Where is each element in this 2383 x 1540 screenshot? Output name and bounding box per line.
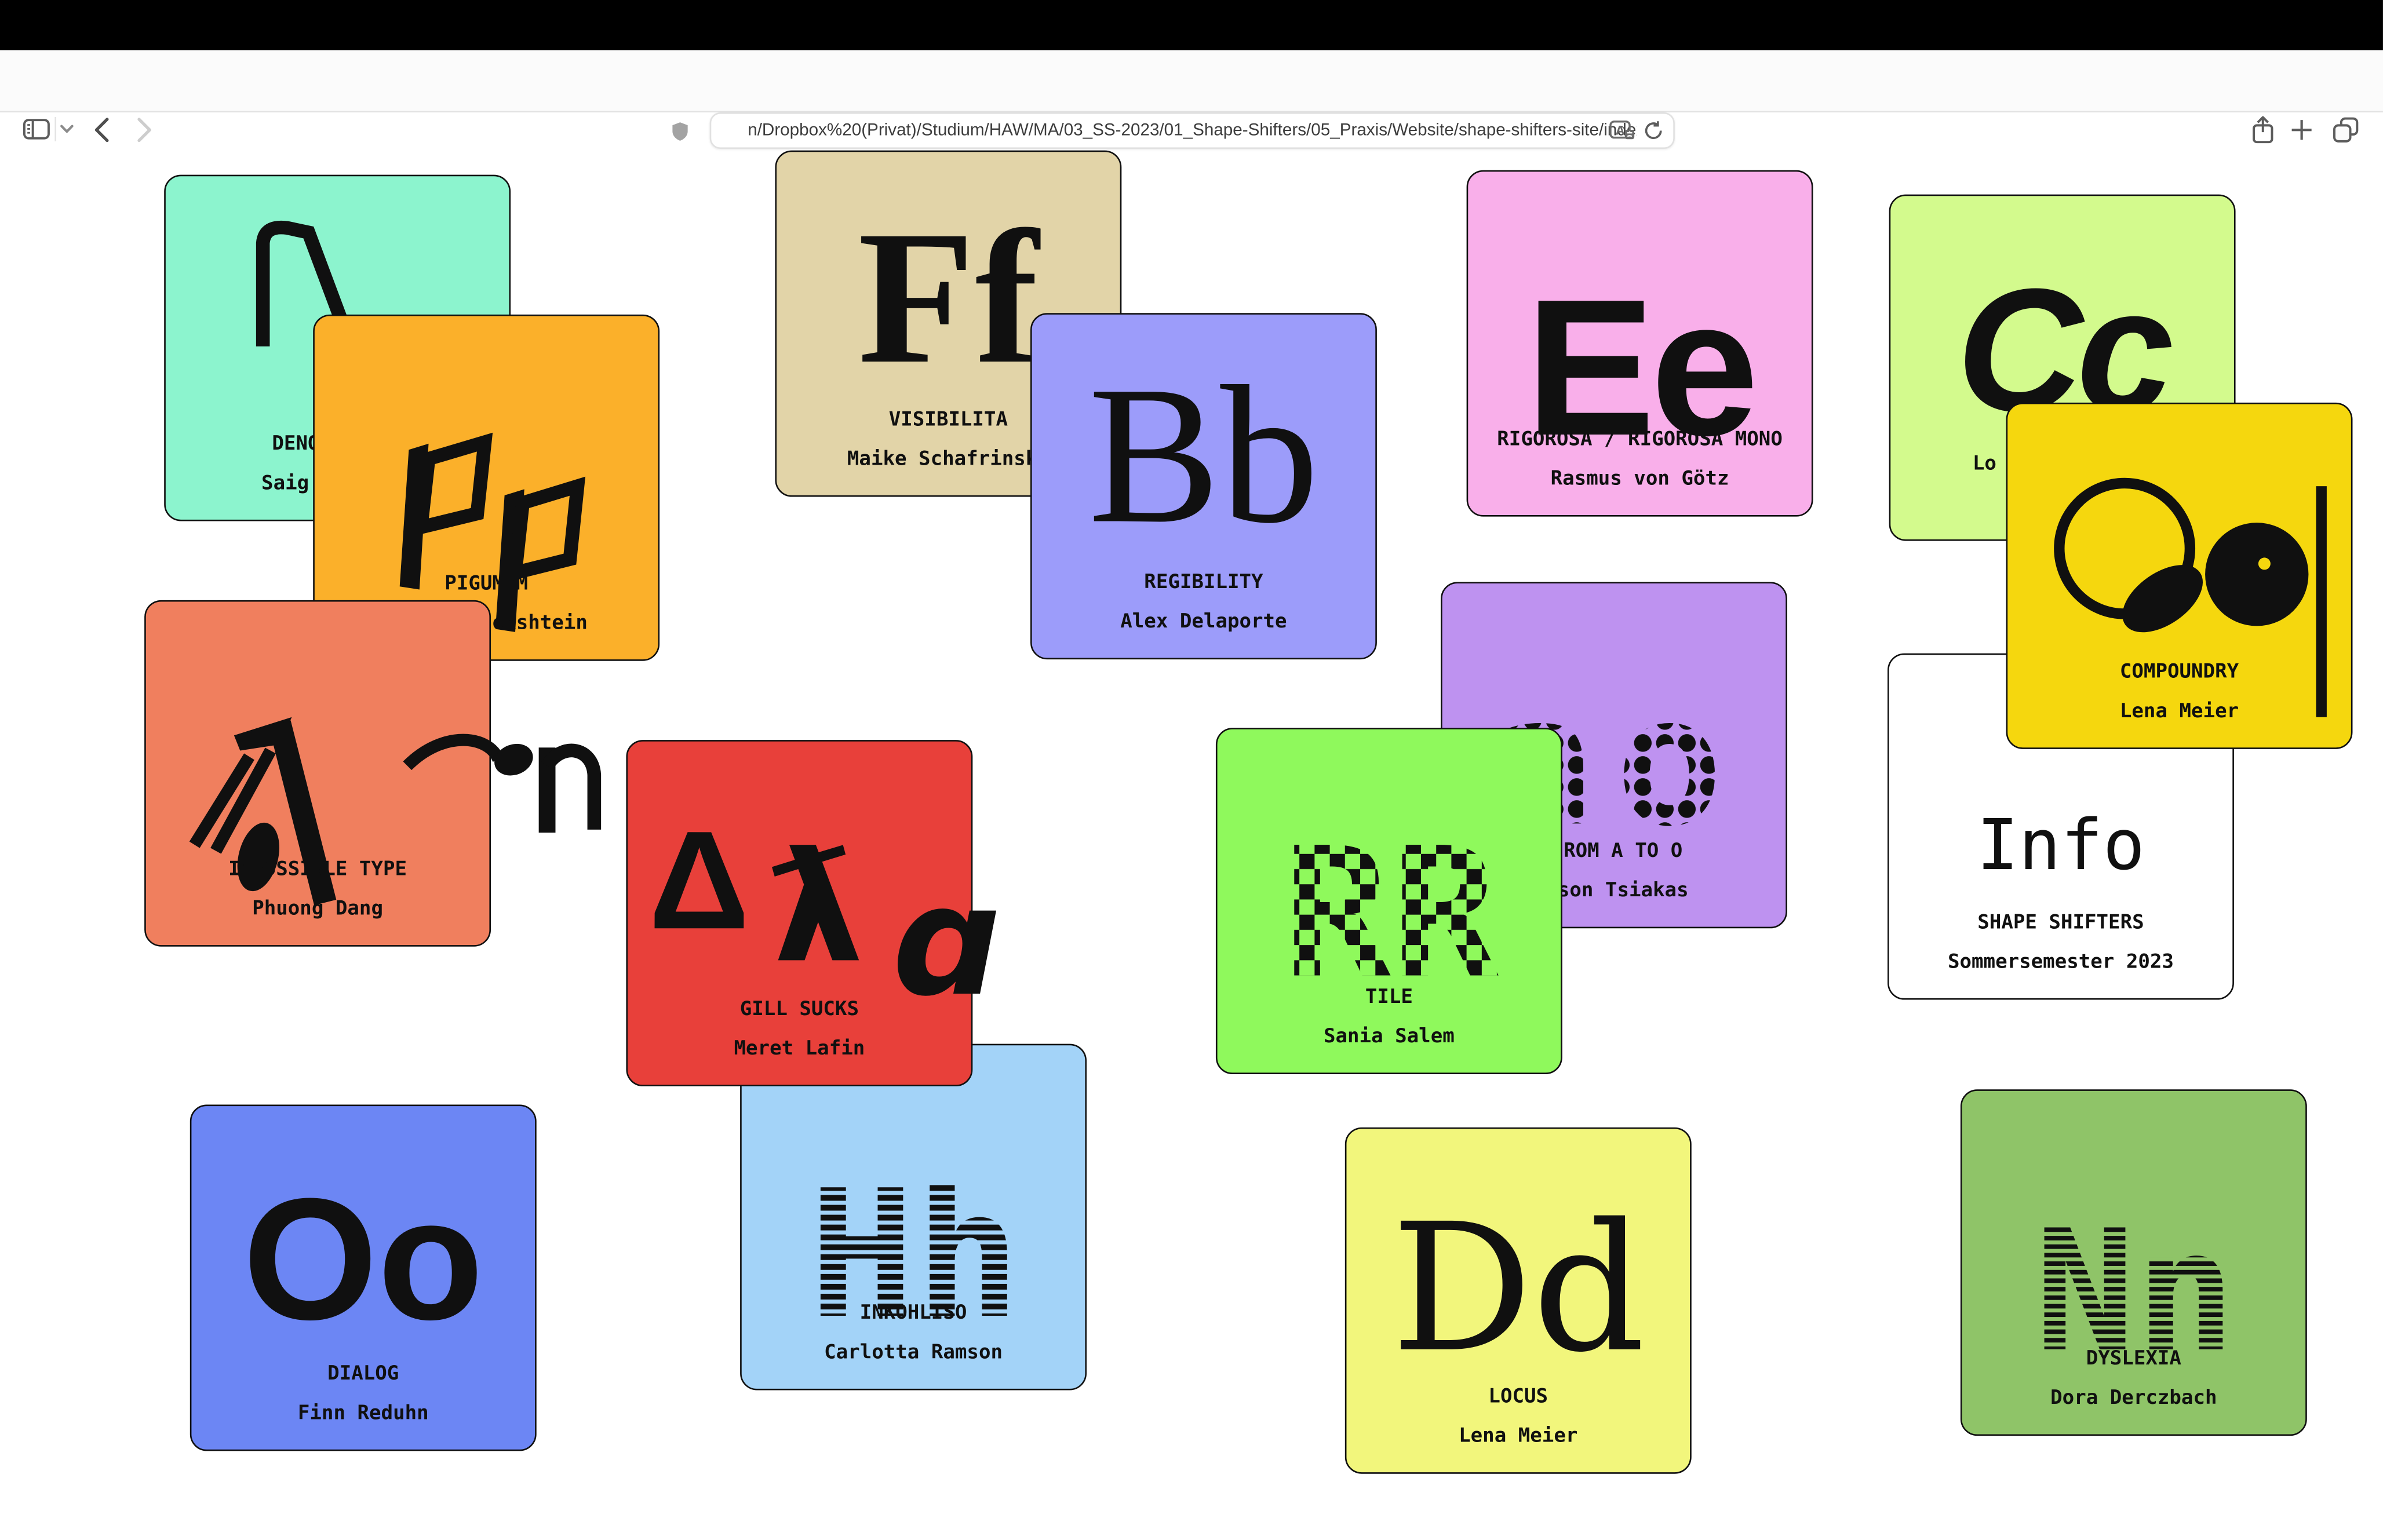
privacy-shield-icon [670, 120, 688, 141]
back-button[interactable] [91, 115, 112, 143]
oo-glyph: Oo [191, 1174, 535, 1348]
reload-icon[interactable] [1643, 120, 1664, 141]
address-bar-url: n/Dropbox%20(Privat)/Studium/HAW/MA/03_S… [748, 121, 1637, 139]
typeface-name: TILE [1218, 986, 1561, 1009]
new-tab-button[interactable] [2289, 117, 2315, 143]
svg-text:A: A [1616, 123, 1625, 137]
svg-text:Hh: Hh [809, 1152, 1021, 1357]
typeface-name: DENO [272, 433, 319, 455]
typeface-name: COMPOUNDRY [2007, 661, 2351, 684]
bb-glyph: Bb [1032, 357, 1376, 554]
sidebar-icon [23, 119, 50, 140]
tab-overview-icon [2332, 116, 2358, 143]
card-compoundry[interactable]: COMPOUNDRY Lena Meier [2006, 403, 2353, 749]
card-rigorosa[interactable]: Ee RIGOROSA / RIGOROSA MONO Rasmus von G… [1467, 170, 1813, 517]
info-line2: Sommersemester 2023 [1889, 951, 2233, 974]
designer-name: okshtein [493, 612, 588, 635]
forward-chevron-icon [135, 116, 153, 143]
card-locus[interactable]: Dd LOCUS Lena Meier [1345, 1127, 1692, 1474]
chevron-down-icon [59, 123, 74, 135]
share-button[interactable] [2249, 114, 2276, 144]
plus-icon [2290, 119, 2313, 141]
card-dyslexia[interactable]: Nn DYSLEXIA Dora Derczbach [1961, 1089, 2307, 1436]
designer-name: Alex Delaporte [1032, 611, 1376, 633]
tab-overview-button[interactable] [2331, 115, 2359, 143]
designer-name: Phuong Dang [146, 898, 490, 921]
back-chevron-icon [93, 116, 111, 143]
typeface-name: LOCUS [1346, 1386, 1690, 1408]
tiled-rr-glyph: RR [1238, 762, 1542, 1013]
designer-name: Dora Derczbach [1962, 1387, 2306, 1410]
svg-text:RR: RR [1282, 809, 1500, 1014]
share-icon [2251, 115, 2275, 144]
card-impossible-type[interactable]: IMPOSSIBLE TYPE Phuong Dang [144, 600, 491, 947]
designer-name: Finn Reduhn [191, 1402, 535, 1425]
lambda-bar-glyph: ƛ [774, 833, 863, 984]
sidebar-menu-chevron[interactable] [59, 123, 74, 135]
alpha-glyph: ɑ [892, 866, 1001, 1018]
card-inkohliso[interactable]: Hh INKOHLISO Carlotta Ramson [740, 1044, 1087, 1391]
dd-glyph: Dd [1346, 1202, 1690, 1378]
typeface-name: Lo [1973, 452, 1996, 475]
designer-name: Rasmus von Götz [1468, 468, 1812, 491]
typeface-name: DIALOG [191, 1363, 535, 1385]
card-dialog[interactable]: Oo DIALOG Finn Reduhn [190, 1104, 537, 1451]
designer-name: Lena Meier [1346, 1425, 1690, 1448]
typeface-name: INKOHLISO [742, 1302, 1085, 1324]
toolbar-divider [54, 117, 56, 141]
typeface-name: GILL SUCKS [628, 998, 971, 1021]
designer-name: Sania Salem [1218, 1026, 1561, 1048]
translate-icon[interactable]: A [1609, 120, 1635, 141]
macos-menubar [0, 0, 2383, 50]
forward-button[interactable] [134, 115, 155, 143]
screen: n/Dropbox%20(Privat)/Studium/HAW/MA/03_S… [0, 0, 2383, 1540]
impossible-m-overflow-glyph [401, 720, 606, 839]
designer-name: Saig [261, 473, 309, 495]
impossible-a-glyph [179, 711, 392, 916]
designer-name: Lena Meier [2007, 700, 2351, 723]
typeface-name: REGIBILITY [1032, 571, 1376, 594]
typeface-name: RIGOROSA / RIGOROSA MONO [1468, 429, 1812, 451]
designer-name: Meret Lafin [628, 1038, 971, 1060]
browser-toolbar: n/Dropbox%20(Privat)/Studium/HAW/MA/03_S… [0, 50, 2383, 112]
info-title: Info [1889, 804, 2233, 886]
typeface-name: DYSLEXIA [1962, 1348, 2306, 1370]
card-tile[interactable]: RR TILE Sania Salem [1216, 728, 1562, 1074]
address-bar[interactable]: n/Dropbox%20(Privat)/Studium/HAW/MA/03_S… [710, 112, 1675, 148]
sidebar-toggle-button[interactable] [21, 117, 52, 141]
designer-name: Carlotta Ramson [742, 1342, 1085, 1364]
typeface-name: IMPOSSIBLE TYPE [146, 859, 490, 881]
info-line1: SHAPE SHIFTERS [1889, 911, 2233, 934]
card-regibility[interactable]: Bb REGIBILITY Alex Delaporte [1030, 313, 1377, 659]
delta-glyph: Δ [649, 811, 749, 951]
typeface-name: PIGUMIM [315, 573, 658, 596]
card-gill-sucks[interactable]: Δ ƛ ɑ GILL SUCKS Meret Lafin [626, 740, 972, 1086]
